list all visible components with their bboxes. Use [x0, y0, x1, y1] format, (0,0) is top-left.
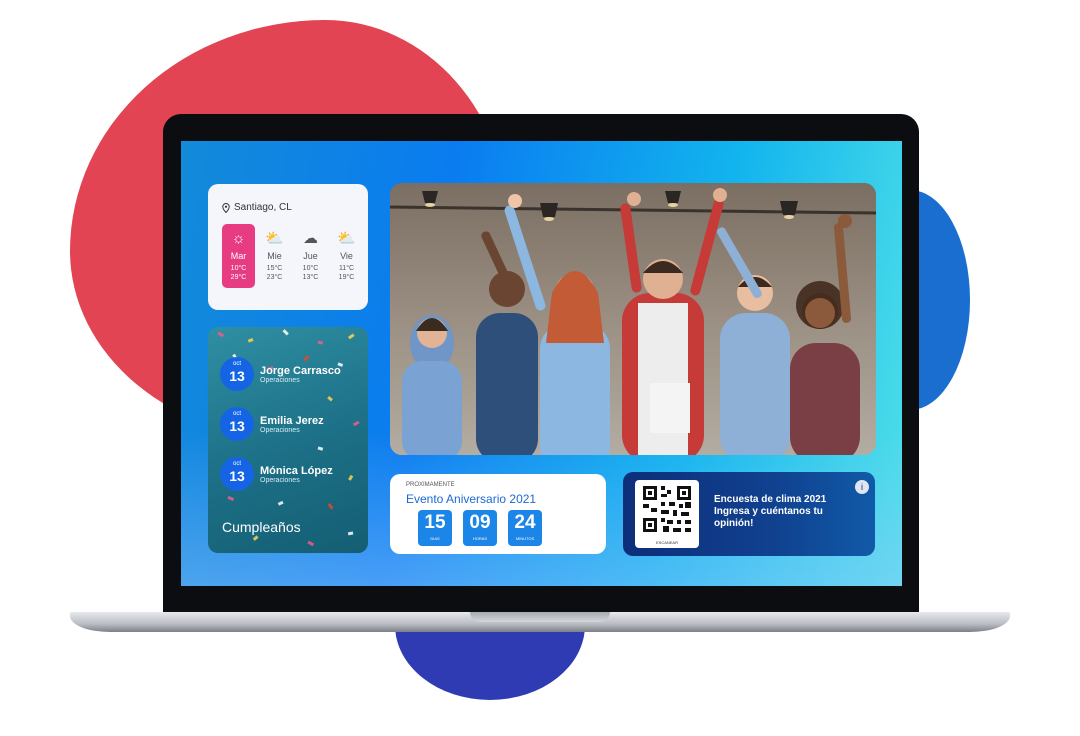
- birthday-name: Mónica López: [260, 464, 333, 477]
- birthday-date-badge: oct 13: [220, 357, 254, 391]
- forecast-day-jue[interactable]: ☁ Jue 10°C 13°C: [294, 224, 327, 288]
- countdown-unit-label: DIAS: [430, 536, 440, 541]
- event-countdown-widget: PROXIMAMENTE Evento Aniversario 2021 15 …: [390, 474, 606, 554]
- location-label: Santiago, CL: [234, 202, 292, 213]
- countdown-days: 15 DIAS: [418, 510, 452, 546]
- qr-caption: ESCANEAR: [655, 540, 678, 545]
- qr-code[interactable]: ESCANEAR: [635, 480, 699, 548]
- info-icon[interactable]: i: [855, 480, 869, 494]
- day-name: Mar: [230, 251, 247, 261]
- sun-icon: ☼: [231, 230, 246, 247]
- birthday-month: oct: [232, 411, 241, 417]
- survey-text: Encuesta de clima 2021 Ingresa y cuéntan…: [714, 494, 827, 529]
- forecast-day-mie[interactable]: ⛅ Mie 15°C 23°C: [258, 224, 291, 288]
- countdown-value: 09: [469, 512, 491, 533]
- day-high: 29°C: [230, 274, 247, 281]
- countdown-unit-label: MINUTOS: [515, 536, 535, 541]
- countdown-minutes: 24 MINUTOS: [508, 510, 542, 546]
- birthday-item[interactable]: oct 13 Jorge Carrasco Operaciones: [220, 357, 341, 391]
- birthdays-title: Cumpleaños: [222, 519, 301, 535]
- weather-widget: Santiago, CL ☼ Mar 10°C 29°C ⛅ Mie 15°C …: [208, 184, 368, 310]
- birthday-dept: Operaciones: [260, 376, 300, 384]
- birthday-day: 13: [229, 418, 245, 434]
- day-name: Jue: [303, 251, 318, 261]
- birthday-date-badge: oct 13: [220, 457, 254, 491]
- partly-cloudy-icon: ⛅: [337, 230, 356, 247]
- countdown-boxes: 15 DIAS 09 HORAS 24 MINUTOS: [418, 510, 542, 546]
- team-photo-illustration: [390, 183, 876, 455]
- team-celebration-photo: [390, 183, 876, 455]
- day-low: 11°C: [338, 265, 355, 272]
- qr-code-icon: [643, 486, 691, 532]
- cloudy-rain-icon: ☁: [303, 230, 318, 247]
- birthday-date-badge: oct 13: [220, 407, 254, 441]
- day-low: 10°C: [230, 265, 247, 272]
- countdown-hours: 09 HORAS: [463, 510, 497, 546]
- birthday-month: oct: [232, 361, 241, 367]
- countdown-value: 15: [424, 512, 446, 533]
- birthday-item[interactable]: oct 13 Emilia Jerez Operaciones: [220, 407, 324, 441]
- climate-survey-widget[interactable]: ESCANEAR Encuesta de clima 2021 Ingresa …: [623, 472, 875, 556]
- day-low: 10°C: [302, 265, 319, 272]
- day-high: 13°C: [302, 274, 319, 281]
- birthday-day: 13: [229, 368, 245, 384]
- day-low: 15°C: [266, 265, 283, 272]
- countdown-label: PROXIMAMENTE: [406, 482, 455, 488]
- day-name: Mie: [267, 251, 282, 261]
- location-row: Santiago, CL: [222, 202, 292, 213]
- birthday-item[interactable]: oct 13 Mónica López Operaciones: [220, 457, 333, 491]
- forecast-day-mar[interactable]: ☼ Mar 10°C 29°C: [222, 224, 255, 288]
- birthday-dept: Operaciones: [260, 476, 300, 484]
- birthday-name: Emilia Jerez: [260, 414, 324, 427]
- birthday-dept: Operaciones: [260, 426, 300, 434]
- birthdays-widget: oct 13 Jorge Carrasco Operaciones oct 13…: [208, 327, 368, 553]
- partly-cloudy-icon: ⛅: [265, 230, 284, 247]
- day-name: Vie: [340, 251, 353, 261]
- laptop-notch: [470, 612, 610, 622]
- countdown-title: Evento Aniversario 2021: [406, 492, 537, 506]
- forecast-day-vie[interactable]: ⛅ Vie 11°C 19°C: [330, 224, 363, 288]
- birthday-month: oct: [232, 461, 241, 467]
- countdown-value: 24: [514, 512, 536, 533]
- countdown-unit-label: HORAS: [472, 536, 488, 541]
- day-high: 23°C: [266, 274, 283, 281]
- birthday-name: Jorge Carrasco: [260, 364, 341, 377]
- day-high: 19°C: [338, 274, 355, 281]
- location-pin-icon: [222, 202, 230, 213]
- forecast-days: ☼ Mar 10°C 29°C ⛅ Mie 15°C 23°C ☁ Jue 10…: [222, 224, 363, 288]
- birthday-day: 13: [229, 468, 245, 484]
